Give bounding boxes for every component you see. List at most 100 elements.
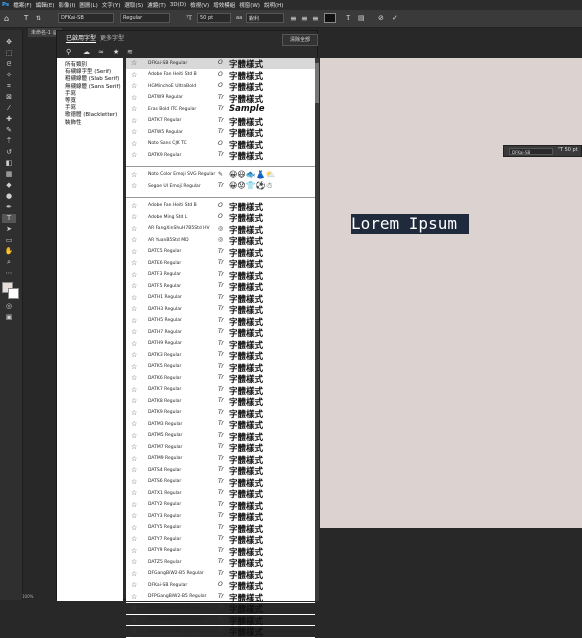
- font-row[interactable]: ☆ AR YuanB5Std MD ◎ 字體樣式: [126, 235, 315, 247]
- filter-icon[interactable]: ⚲: [66, 48, 71, 56]
- scrollbar-thumb[interactable]: [315, 63, 319, 103]
- font-row[interactable]: ☆ DATH3 Regular Tr 字體樣式: [126, 304, 315, 316]
- favorite-star-icon[interactable]: ☆: [131, 524, 137, 532]
- history-brush-icon[interactable]: ↺: [2, 148, 16, 157]
- magic-wand-icon[interactable]: ✧: [2, 71, 16, 80]
- font-row[interactable]: ☆ DATH7 Regular Tr 字體樣式: [126, 327, 315, 339]
- home-icon[interactable]: ⌂: [4, 13, 9, 23]
- font-row[interactable]: ☆ DATS4 Regular Tr 字體樣式: [126, 465, 315, 477]
- app-logo-icon[interactable]: Ps: [2, 2, 9, 8]
- font-row[interactable]: ☆ Eras Bold ITC Regular Tr Sample: [126, 104, 315, 116]
- eraser-tool-icon[interactable]: ◧: [2, 159, 16, 168]
- font-row[interactable]: ☆ DATM3 Regular Tr 字體樣式: [126, 419, 315, 431]
- favorite-star-icon[interactable]: ☆: [131, 512, 137, 520]
- font-row[interactable]: ☆ Adobe Ming Std L O 字體樣式: [126, 212, 315, 224]
- favorite-star-icon[interactable]: ☆: [131, 581, 137, 589]
- warp-text-icon[interactable]: Ⲧ: [346, 13, 350, 23]
- category-item[interactable]: 歌德體 (Blackletter): [57, 112, 123, 119]
- menu-item[interactable]: 選取(S): [124, 1, 143, 9]
- font-row[interactable]: ☆ Noto Sans CJK TC O 字體樣式: [126, 139, 315, 151]
- shape-tool-icon[interactable]: ▭: [2, 236, 16, 245]
- font-family-select[interactable]: DFKai-SB: [58, 13, 114, 23]
- font-row[interactable]: ☆ DFGangBiW2-B5 Regular Tr 字體樣式: [126, 569, 315, 581]
- favorite-star-icon[interactable]: ☆: [131, 271, 137, 279]
- clear-all-button[interactable]: 清除全部: [282, 34, 318, 46]
- font-row[interactable]: ☆ DATC5 Regular Tr 字體樣式: [126, 247, 315, 259]
- category-item[interactable]: 裝飾性: [57, 120, 123, 127]
- waves-icon[interactable]: ≋: [127, 48, 133, 56]
- eyedropper-icon[interactable]: ⁄: [2, 104, 16, 113]
- menu-item[interactable]: 3D(D): [170, 2, 186, 8]
- lasso-tool-icon[interactable]: ᘓ: [2, 60, 16, 69]
- favorite-star-icon[interactable]: ☆: [131, 604, 137, 612]
- move-tool-icon[interactable]: ✥: [2, 38, 16, 47]
- menu-item[interactable]: 說明(H): [264, 1, 283, 9]
- healing-brush-icon[interactable]: ✚: [2, 115, 16, 124]
- font-row[interactable]: ☆ DATE6 Regular Tr 字體樣式: [126, 258, 315, 270]
- favorite-star-icon[interactable]: ☆: [131, 535, 137, 543]
- favorite-star-icon[interactable]: ☆: [131, 71, 137, 79]
- path-select-icon[interactable]: ➤: [2, 225, 16, 234]
- font-size-field[interactable]: 50 pt: [197, 13, 231, 23]
- favorite-star-icon[interactable]: ☆: [131, 317, 137, 325]
- favorite-star-icon[interactable]: ☆: [131, 94, 137, 102]
- tab-active-fonts[interactable]: 已啟用字型: [66, 33, 97, 43]
- category-item[interactable]: 無襯線體 (Sans Serif): [57, 84, 123, 91]
- quick-mask-icon[interactable]: ◎: [2, 302, 16, 311]
- font-row[interactable]: ☆ DFYuanBold-B5 Regular Tr 字體樣式: [126, 626, 315, 638]
- favorite-star-icon[interactable]: ☆: [131, 128, 137, 136]
- mini-font-field[interactable]: DFKai-SB: [509, 148, 553, 155]
- font-row[interactable]: ☆ DATK9 Regular Tr 字體樣式: [126, 408, 315, 420]
- commit-icon[interactable]: ✓: [392, 13, 398, 23]
- menu-item[interactable]: 檢視(V): [190, 1, 209, 9]
- favorite-star-icon[interactable]: ☆: [131, 443, 137, 451]
- canvas-text-layer[interactable]: Lorem Ipsum: [351, 214, 469, 234]
- font-row[interactable]: ☆ DATF3 Regular Tr 字體樣式: [126, 270, 315, 282]
- more-tools-icon[interactable]: ⋯: [2, 269, 16, 278]
- zoom-tool-icon[interactable]: ⌕: [2, 258, 16, 267]
- favorite-star-icon[interactable]: ☆: [131, 340, 137, 348]
- favorite-star-icon[interactable]: ☆: [131, 282, 137, 290]
- font-row[interactable]: ☆ DATM7 Regular Tr 字體樣式: [126, 442, 315, 454]
- tab-more-fonts[interactable]: 更多字型: [100, 33, 124, 42]
- menu-item[interactable]: 濾鏡(T): [147, 1, 166, 9]
- favorite-star-icon[interactable]: ☆: [131, 570, 137, 578]
- favorite-star-icon[interactable]: ☆: [131, 225, 137, 233]
- blur-tool-icon[interactable]: ◆: [2, 181, 16, 190]
- favorite-star-icon[interactable]: ☆: [131, 305, 137, 313]
- font-row[interactable]: ☆ AR FangXinShuH7B5Std HV ◎ 字體樣式: [126, 224, 315, 236]
- favorite-star-icon[interactable]: ☆: [131, 616, 137, 624]
- marquee-tool-icon[interactable]: ⬚: [2, 49, 16, 58]
- font-row[interactable]: ☆ Noto Color Emoji SVG Regular ✎ 😀😃🐟👗⛅: [126, 170, 315, 181]
- favorite-star-icon[interactable]: ☆: [131, 397, 137, 405]
- frame-tool-icon[interactable]: ⊠: [2, 93, 16, 102]
- text-color-swatch[interactable]: [324, 13, 336, 23]
- brush-tool-icon[interactable]: ✎: [2, 126, 16, 135]
- favorite-star-icon[interactable]: ☆: [131, 386, 137, 394]
- mini-size-field[interactable]: 50 pt: [565, 147, 578, 153]
- favorite-star-icon[interactable]: ☆: [131, 501, 137, 509]
- font-row[interactable]: ☆ DFPYuanLight-B5 Regular Tr 字體樣式: [126, 615, 315, 627]
- font-row[interactable]: ☆ DATS6 Regular Tr 字體樣式: [126, 477, 315, 489]
- font-row[interactable]: ☆ DATF5 Regular Tr 字體樣式: [126, 281, 315, 293]
- menu-item[interactable]: 增效模組: [213, 1, 235, 9]
- align-left-icon[interactable]: ≡: [290, 13, 297, 23]
- font-row[interactable]: ☆ DATY7 Regular Tr 字體樣式: [126, 534, 315, 546]
- font-row[interactable]: ☆ DATK3 Regular Tr 字體樣式: [126, 350, 315, 362]
- favorite-star-icon[interactable]: ☆: [131, 593, 137, 601]
- orientation-icon[interactable]: ⇅: [36, 13, 41, 23]
- font-row[interactable]: ☆ DATK8 Regular Tr 字體樣式: [126, 396, 315, 408]
- font-row[interactable]: ☆ DFPYuanBold-B5 Regular Tr 字體樣式: [126, 603, 315, 615]
- favorite-star-icon[interactable]: ☆: [131, 213, 137, 221]
- background-color-swatch[interactable]: [8, 288, 19, 299]
- favorite-star-icon[interactable]: ☆: [131, 117, 137, 125]
- favorite-star-icon[interactable]: ☆: [131, 294, 137, 302]
- favorite-star-icon[interactable]: ☆: [131, 363, 137, 371]
- font-row[interactable]: ☆ HGMinchoE UltraBold O 字體樣式: [126, 81, 315, 93]
- favorite-star-icon[interactable]: ☆: [131, 140, 137, 148]
- font-row[interactable]: ☆ Segoe UI Emoji Regular Tr 😀😟👕⚽☃: [126, 181, 315, 193]
- hand-tool-icon[interactable]: ✋: [2, 247, 16, 256]
- document-canvas[interactable]: [320, 58, 582, 528]
- font-row[interactable]: ☆ DATZ5 Regular Tr 字體樣式: [126, 557, 315, 569]
- favorite-star-icon[interactable]: ☆: [131, 547, 137, 555]
